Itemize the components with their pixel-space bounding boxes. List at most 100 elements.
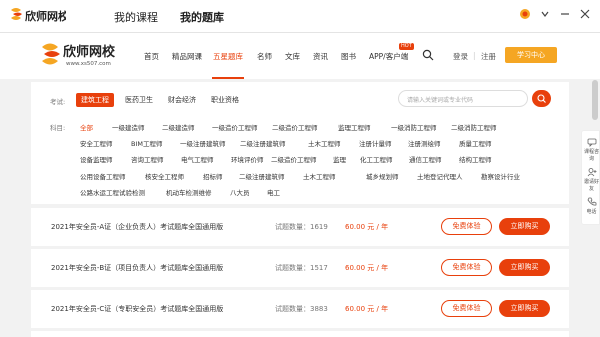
subject-all[interactable]: 全部 bbox=[80, 122, 93, 132]
subject-item[interactable]: 安全工程师 bbox=[80, 138, 113, 148]
buy-now-button[interactable]: 立即购买 bbox=[499, 218, 550, 235]
subject-item[interactable]: 通信工程师 bbox=[409, 154, 442, 164]
subject-item[interactable]: 电气工程师 bbox=[181, 154, 214, 164]
nav-item-question-bank[interactable]: 五星题库 bbox=[213, 51, 243, 62]
subject-item[interactable]: 土木工程师 bbox=[308, 138, 341, 148]
login-link[interactable]: 登录 bbox=[453, 51, 468, 62]
course-consult-button[interactable]: 课程咨询 bbox=[582, 137, 600, 162]
register-link[interactable]: 注册 bbox=[481, 51, 496, 62]
exam-title[interactable]: 2021年安全员-C证（专职安全员）考试题库全国通用版 bbox=[51, 304, 223, 314]
question-count: 试题数量：1517 bbox=[275, 264, 328, 272]
subject-item[interactable]: 质量工程师 bbox=[459, 138, 492, 148]
sidefloat-label: 邀请好友 bbox=[583, 179, 599, 192]
user-add-icon bbox=[587, 168, 596, 177]
nav-item-home[interactable]: 首页 bbox=[144, 51, 159, 62]
subject-item[interactable]: 机动车检测维修 bbox=[166, 187, 212, 197]
subject-item[interactable]: 监理 bbox=[333, 154, 346, 164]
free-trial-button[interactable]: 免费体验 bbox=[441, 300, 492, 317]
study-center-button[interactable]: 学习中心 bbox=[505, 47, 557, 63]
subject-item[interactable]: 城乡规划师 bbox=[366, 171, 399, 181]
subject-item[interactable]: 注册计量师 bbox=[359, 138, 392, 148]
price: 60.00 元 / 年 bbox=[345, 264, 389, 272]
search-icon bbox=[537, 94, 546, 103]
minimize-icon[interactable] bbox=[558, 8, 572, 22]
buy-now-button[interactable]: 立即购买 bbox=[499, 300, 550, 317]
tab-my-courses[interactable]: 我的课程 bbox=[114, 9, 158, 25]
subject-item[interactable]: 土木工程师 bbox=[303, 171, 336, 181]
subject-item[interactable]: 结构工程师 bbox=[459, 154, 492, 164]
nav-item-teachers[interactable]: 名师 bbox=[257, 51, 272, 62]
phone-button[interactable]: 电话 bbox=[582, 197, 600, 215]
question-count: 试题数量：1619 bbox=[275, 223, 328, 231]
list-item: 2021年安全员-A证（企业负责人）考试题库全国通用版 试题数量：1619 60… bbox=[31, 208, 569, 246]
svg-text:www.xs507.com: www.xs507.com bbox=[66, 61, 111, 67]
subject-label: 科目: bbox=[50, 124, 66, 132]
category-construction[interactable]: 建筑工程 bbox=[76, 93, 114, 107]
subject-item[interactable]: 一级建造师 bbox=[112, 122, 145, 132]
close-icon[interactable] bbox=[578, 8, 592, 22]
exam-label: 考试: bbox=[50, 98, 66, 106]
nav-item-library[interactable]: 文库 bbox=[285, 51, 300, 62]
invite-friends-button[interactable]: 邀请好友 bbox=[582, 167, 600, 192]
title-bar: 欣师网校 我的课程 我的题库 bbox=[0, 0, 600, 33]
search-input[interactable]: 请输入关键词或专业代码 bbox=[398, 90, 528, 107]
subject-item[interactable]: 咨询工程师 bbox=[131, 154, 164, 164]
skin-icon[interactable] bbox=[518, 8, 532, 22]
subject-item[interactable]: 一级消防工程师 bbox=[391, 122, 437, 132]
svg-text:欣师网校: 欣师网校 bbox=[63, 44, 116, 60]
free-trial-button[interactable]: 免费体验 bbox=[441, 259, 492, 276]
active-nav-underline bbox=[212, 77, 244, 79]
top-nav: 欣师网校 www.xs507.com 首页 精品网课 五星题库 名师 文库 资讯… bbox=[0, 33, 600, 79]
scrollbar[interactable] bbox=[592, 80, 598, 120]
list-item: 2021年安全员-B证（项目负责人）考试题库全国通用版 试题数量：1517 60… bbox=[31, 249, 569, 287]
subject-item[interactable]: 二级消防工程师 bbox=[451, 122, 497, 132]
list-item-partial bbox=[31, 331, 569, 337]
subject-item[interactable]: 一级造价工程师 bbox=[212, 122, 258, 132]
subject-item[interactable]: 环境评价师 bbox=[231, 154, 264, 164]
subject-item[interactable]: 八大员 bbox=[230, 187, 250, 197]
nav-item-app[interactable]: APP/客户端 bbox=[369, 51, 408, 62]
subject-item[interactable]: 一级注册建筑师 bbox=[180, 138, 226, 148]
phone-icon bbox=[587, 197, 596, 206]
buy-now-button[interactable]: 立即购买 bbox=[499, 259, 550, 276]
nav-item-news[interactable]: 资讯 bbox=[313, 51, 328, 62]
subject-item[interactable]: 土地登记代理人 bbox=[417, 171, 463, 181]
subject-item[interactable]: 二级造价工程师 bbox=[272, 122, 318, 132]
chat-icon bbox=[587, 138, 596, 147]
category-qualification[interactable]: 职业资格 bbox=[211, 95, 239, 105]
subject-item[interactable]: BIM工程师 bbox=[131, 138, 162, 148]
menu-icon[interactable] bbox=[538, 8, 552, 22]
exam-title[interactable]: 2021年安全员-A证（企业负责人）考试题库全国通用版 bbox=[51, 222, 223, 232]
hot-badge: HOT bbox=[399, 43, 414, 50]
sidefloat-label: 电话 bbox=[586, 209, 597, 215]
subject-item[interactable]: 二级注册建筑师 bbox=[240, 138, 286, 148]
subject-item[interactable]: 勘察设计行业 bbox=[481, 171, 520, 181]
search-icon[interactable] bbox=[422, 49, 434, 61]
subject-item[interactable]: 化工工程师 bbox=[360, 154, 393, 164]
price: 60.00 元 / 年 bbox=[345, 305, 389, 313]
subject-item[interactable]: 设备监理师 bbox=[80, 154, 113, 164]
app-logo: 欣师网校 bbox=[11, 8, 66, 23]
subject-item[interactable]: 二级注册建筑师 bbox=[239, 171, 285, 181]
category-medical[interactable]: 医药卫生 bbox=[125, 95, 153, 105]
subject-item[interactable]: 公路水运工程试验检测 bbox=[80, 187, 145, 197]
subject-item[interactable]: 监理工程师 bbox=[338, 122, 371, 132]
subject-item[interactable]: 招标师 bbox=[203, 171, 223, 181]
tab-my-question-bank[interactable]: 我的题库 bbox=[180, 9, 224, 25]
subject-item[interactable]: 注册测绘师 bbox=[408, 138, 441, 148]
search-button[interactable] bbox=[532, 90, 551, 107]
nav-item-courses[interactable]: 精品网课 bbox=[172, 51, 202, 62]
site-logo[interactable]: 欣师网校 www.xs507.com bbox=[38, 38, 128, 72]
subject-item[interactable]: 公用设备工程师 bbox=[80, 171, 126, 181]
subject-item[interactable]: 二级造价工程师 bbox=[271, 154, 317, 164]
nav-item-books[interactable]: 图书 bbox=[341, 51, 356, 62]
subject-item[interactable]: 电工 bbox=[267, 187, 280, 197]
exam-title[interactable]: 2021年安全员-B证（项目负责人）考试题库全国通用版 bbox=[51, 263, 223, 273]
subject-item[interactable]: 核安全工程师 bbox=[145, 171, 184, 181]
price: 60.00 元 / 年 bbox=[345, 223, 389, 231]
category-finance[interactable]: 财会经济 bbox=[168, 95, 196, 105]
free-trial-button[interactable]: 免费体验 bbox=[441, 218, 492, 235]
svg-text:欣师网校: 欣师网校 bbox=[25, 9, 66, 23]
subject-item[interactable]: 二级建造师 bbox=[162, 122, 195, 132]
side-float-panel: 课程咨询 邀请好友 电话 bbox=[581, 130, 600, 225]
